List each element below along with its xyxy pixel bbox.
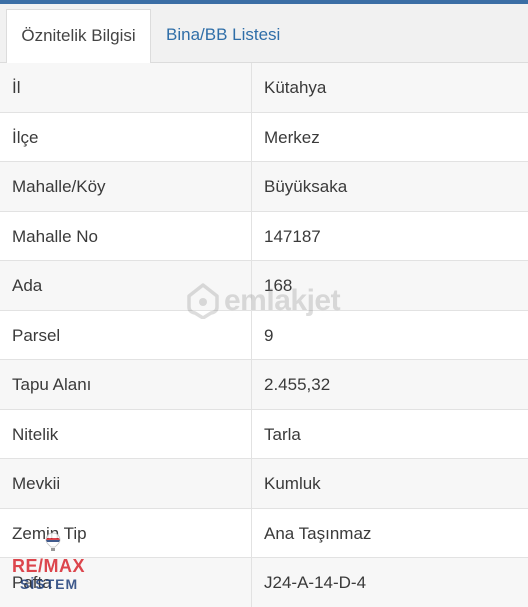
row-value: Tarla [264, 424, 301, 444]
row-label: İlçe [12, 127, 39, 147]
table-row: İl Kütahya [0, 63, 528, 113]
row-label: Mahalle No [12, 226, 98, 246]
row-value: 2.455,32 [264, 375, 331, 394]
row-label: Ada [12, 276, 43, 295]
attribute-table: İl Kütahya İlçe Merkez Mahalle/Köy Büyük… [0, 63, 528, 607]
row-label: Tapu Alanı [12, 375, 92, 394]
table-row: Mevkii Kumluk [0, 459, 528, 509]
column-divider [251, 558, 252, 607]
row-value: 147187 [264, 226, 321, 246]
row-value: Kumluk [264, 474, 321, 493]
table-row: Pafta J24-A-14-D-4 [0, 558, 528, 607]
row-label: Nitelik [12, 424, 59, 444]
column-divider [251, 63, 252, 112]
row-value: 168 [264, 276, 293, 295]
row-value: J24-A-14-D-4 [264, 573, 367, 592]
table-row: İlçe Merkez [0, 112, 528, 162]
table-row: Parsel 9 [0, 310, 528, 360]
row-label: Pafta [12, 573, 52, 592]
row-label: Zemin Tip [12, 523, 87, 543]
column-divider [251, 112, 252, 161]
table-row: Tapu Alanı 2.455,32 [0, 360, 528, 410]
table-row: Nitelik Tarla [0, 409, 528, 459]
table-row: Mahalle No 147187 [0, 211, 528, 261]
row-value: 9 [264, 325, 274, 345]
row-label: Mahalle/Köy [12, 177, 106, 196]
row-value: Kütahya [264, 78, 327, 97]
table-row: Mahalle/Köy Büyüksaka [0, 162, 528, 212]
column-divider [251, 360, 252, 409]
column-divider [251, 508, 252, 557]
column-divider [251, 459, 252, 508]
column-divider [251, 310, 252, 359]
column-divider [251, 162, 252, 211]
row-value: Büyüksaka [264, 177, 348, 196]
column-divider [251, 261, 252, 310]
tab-bar: Öznitelik Bilgisi Bina/BB Listesi [0, 4, 528, 64]
row-value: Ana Taşınmaz [264, 523, 372, 543]
table-row: Ada 168 [0, 261, 528, 311]
row-label: İl [12, 78, 21, 97]
tab-oznitelik-bilgisi[interactable]: Öznitelik Bilgisi [6, 9, 151, 64]
column-divider [251, 211, 252, 260]
row-label: Parsel [12, 325, 61, 345]
table-row: Zemin Tip Ana Taşınmaz [0, 508, 528, 558]
column-divider [251, 409, 252, 458]
tab-bina-bb-listesi[interactable]: Bina/BB Listesi [166, 9, 306, 64]
row-value: Merkez [264, 127, 320, 147]
row-label: Mevkii [12, 474, 61, 493]
